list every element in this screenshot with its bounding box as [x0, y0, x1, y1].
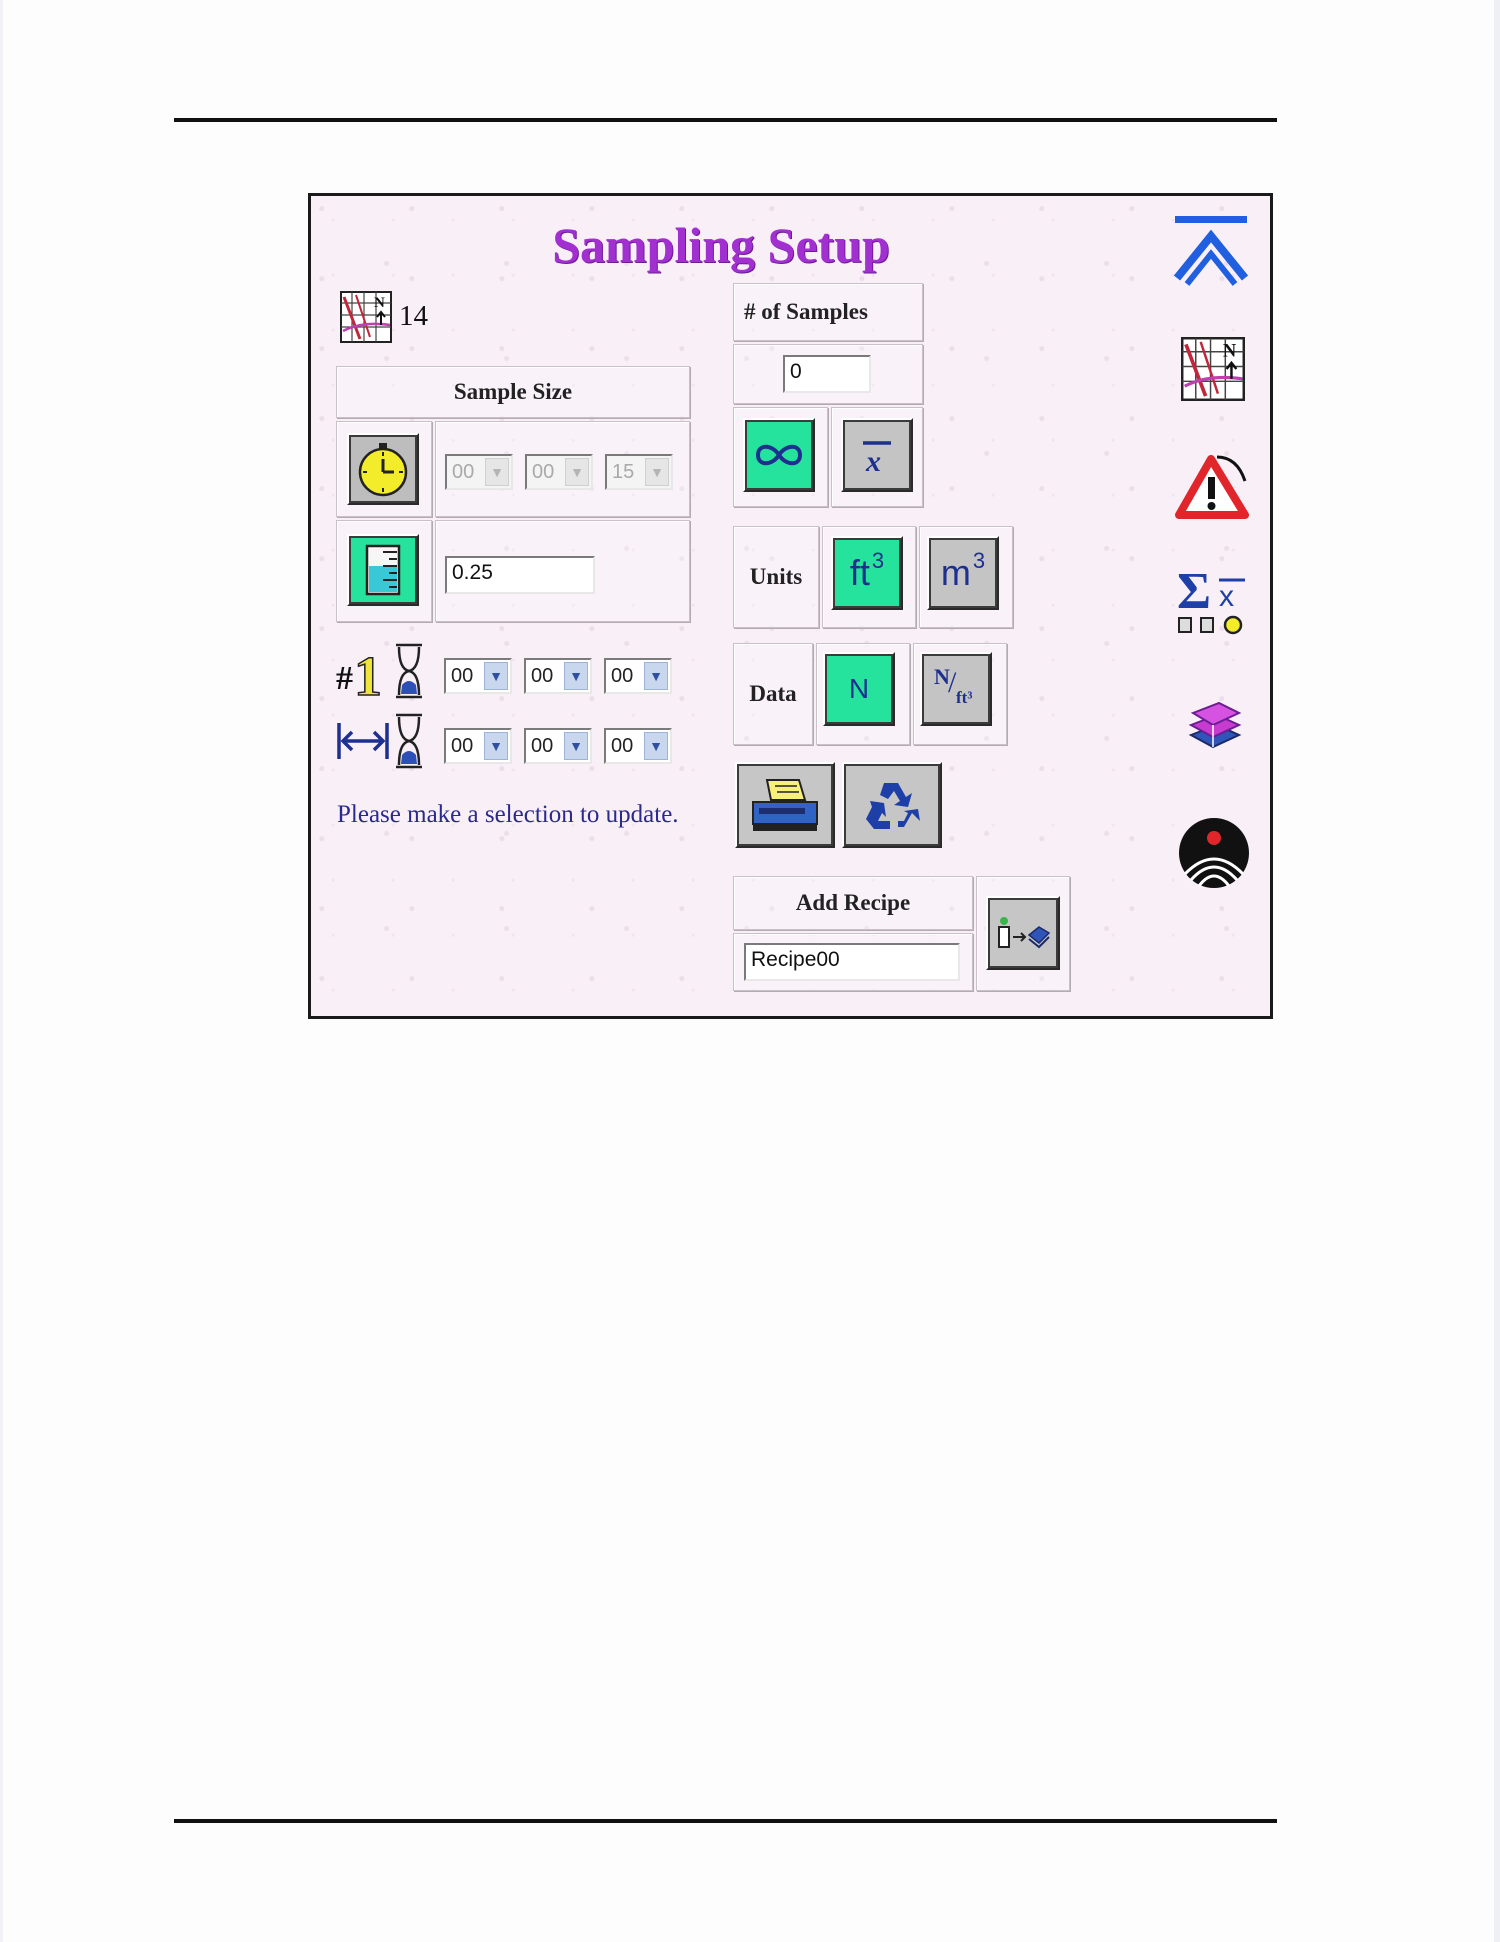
- add-recipe-header: Add Recipe: [733, 876, 973, 930]
- data-concentration-face: N / ft³: [922, 654, 990, 724]
- units-m3-button[interactable]: m3: [927, 536, 999, 610]
- page-right-edge: [1494, 0, 1500, 1942]
- books-icon[interactable]: [1183, 691, 1245, 753]
- data-concentration-button[interactable]: N / ft³: [920, 652, 992, 726]
- timer-face: [349, 435, 417, 503]
- samples-count-input[interactable]: 0: [783, 355, 871, 393]
- chevron-down-icon: ▼: [564, 662, 588, 690]
- svg-text:N: N: [374, 295, 385, 311]
- svg-text:x: x: [865, 445, 881, 475]
- svg-text:Σ: Σ: [1177, 566, 1211, 620]
- sample-time-hours-select[interactable]: 00 ▼: [445, 454, 513, 490]
- first-delay-seconds-select[interactable]: 00 ▼: [604, 658, 672, 694]
- sample-size-header: Sample Size: [336, 366, 690, 418]
- logo-icon[interactable]: [1177, 816, 1251, 890]
- printer-icon: [752, 779, 818, 831]
- units-ft3-face: ft 3: [833, 538, 901, 608]
- location-grid-nav-icon[interactable]: N: [1181, 336, 1245, 402]
- data-count-button[interactable]: N: [823, 652, 895, 726]
- chevron-down-icon: ▼: [485, 458, 509, 486]
- first-delay-minutes-select[interactable]: 00 ▼: [524, 658, 592, 694]
- stopwatch-icon: [358, 443, 408, 497]
- print-face: [737, 764, 833, 846]
- page-left-edge: [0, 0, 3, 1942]
- chevron-down-icon: ▼: [484, 732, 508, 760]
- sample-time-seconds-select[interactable]: 15 ▼: [605, 454, 673, 490]
- continuous-face: [745, 420, 813, 490]
- page-title: Sampling Setup: [552, 217, 890, 273]
- svg-text:#: #: [336, 660, 353, 697]
- sample-time-minutes-select[interactable]: 00 ▼: [525, 454, 593, 490]
- interval-seconds-select[interactable]: 00 ▼: [604, 728, 672, 764]
- status-message: Please make a selection to update.: [337, 801, 679, 828]
- x-bar-icon: x: [863, 441, 891, 475]
- data-label: Data: [749, 681, 797, 706]
- statistics-icon[interactable]: Σ x: [1177, 566, 1251, 636]
- svg-text:N: N: [1223, 341, 1237, 361]
- data-count-face: N: [825, 654, 893, 724]
- chevron-down-icon: ▼: [644, 662, 668, 690]
- reset-button[interactable]: [842, 762, 942, 848]
- sampling-setup-panel: Sampling Setup N 14 Sample Size 00 ▼ 00 …: [308, 193, 1273, 1019]
- units-ft3-button[interactable]: ft 3: [831, 536, 903, 610]
- beaker-icon: [365, 544, 401, 596]
- units-m3-face: m3: [929, 538, 997, 608]
- interval-minutes-select[interactable]: 00 ▼: [524, 728, 592, 764]
- sample-volume-input[interactable]: 0.25: [445, 556, 595, 594]
- samples-label: # of Samples: [744, 299, 868, 324]
- chevron-down-icon: ▼: [644, 732, 668, 760]
- chevron-down-icon: ▼: [484, 662, 508, 690]
- reset-face: [844, 764, 940, 846]
- sample-size-label: Sample Size: [453, 379, 573, 404]
- infinity-icon: [755, 444, 803, 466]
- recipe-name-input[interactable]: Recipe00: [744, 943, 960, 981]
- average-button[interactable]: x: [841, 418, 913, 492]
- continuous-sampling-button[interactable]: [743, 418, 815, 492]
- samples-header: # of Samples: [733, 283, 923, 341]
- location-number: 14: [399, 300, 428, 332]
- print-button[interactable]: [735, 762, 835, 848]
- add-recipe-button[interactable]: [986, 896, 1060, 970]
- interval-icon: [336, 711, 436, 771]
- header-rule: [174, 118, 1277, 122]
- interval-hours-select[interactable]: 00 ▼: [444, 728, 512, 764]
- first-delay-hours-select[interactable]: 00 ▼: [444, 658, 512, 694]
- chevron-down-icon: ▼: [565, 458, 589, 486]
- units-label-cell: Units: [733, 526, 819, 628]
- add-recipe-face: [988, 898, 1058, 968]
- volume-button[interactable]: [347, 534, 419, 606]
- chevron-down-icon: ▼: [564, 732, 588, 760]
- location-grid-icon[interactable]: N: [340, 291, 392, 343]
- data-label-cell: Data: [733, 643, 813, 745]
- add-recipe-label: Add Recipe: [795, 890, 911, 915]
- svg-text:x: x: [1219, 580, 1234, 613]
- volume-face: [349, 536, 417, 604]
- recycle-icon: [866, 783, 920, 829]
- first-sample-delay-icon: # 1: [336, 641, 436, 709]
- timer-button[interactable]: [347, 433, 419, 505]
- top-icon[interactable]: [1173, 214, 1249, 286]
- units-label: Units: [749, 564, 803, 589]
- svg-text:1: 1: [354, 646, 382, 701]
- alarm-icon[interactable]: [1175, 451, 1251, 521]
- chevron-down-icon: ▼: [645, 458, 669, 486]
- average-face: x: [843, 420, 911, 490]
- add-to-book-icon: [998, 917, 1051, 949]
- footer-rule: [174, 1819, 1277, 1823]
